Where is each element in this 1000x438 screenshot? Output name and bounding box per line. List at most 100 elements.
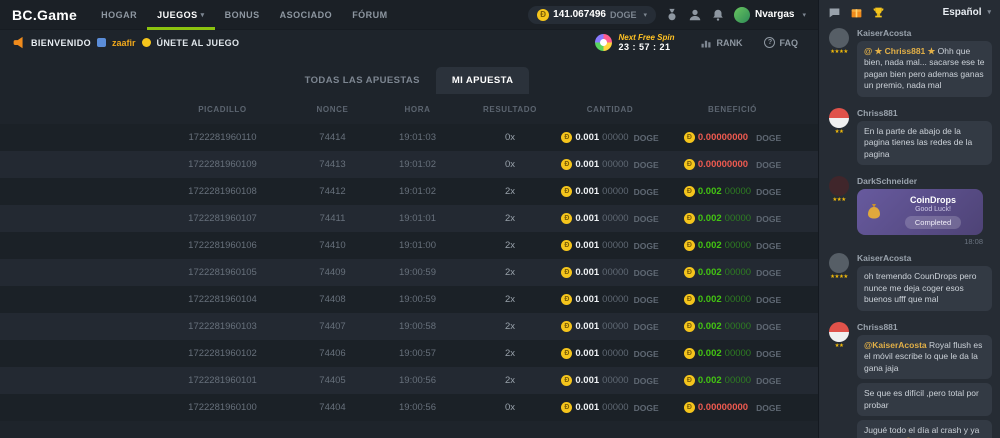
table-row[interactable]: 1722281960103 74407 19:00:58 2x 0.001000… — [0, 313, 818, 340]
trophy-icon[interactable] — [872, 6, 885, 19]
winner-username[interactable]: zaafir — [112, 38, 136, 48]
emoji-badge-icon — [142, 38, 151, 47]
chat-messages: ★★★★ KaiserAcosta @ ★ Chriss881 ★ Ohh qu… — [819, 24, 1000, 438]
coindrops-body: CoinDrops Good Luck! Completed — [890, 195, 976, 229]
table-row[interactable]: 1722281960108 74412 19:01:02 2x 0.001000… — [0, 178, 818, 205]
table-row[interactable]: 1722281960106 74410 19:01:00 2x 0.001000… — [0, 232, 818, 259]
bet-hash: 1722281960106 — [150, 240, 295, 251]
nav-bonus[interactable]: BONUS — [215, 0, 270, 30]
bet-profit: 0.00200000DOGE — [665, 240, 800, 251]
doge-coin-icon — [561, 159, 572, 170]
avatar[interactable] — [829, 176, 849, 196]
message-content: KaiserAcosta oh tremendo CounDrops pero … — [857, 253, 992, 314]
user-stars: ★★ — [835, 130, 844, 136]
coindrops-title: CoinDrops — [910, 195, 956, 205]
nav-juegos[interactable]: JUEGOS▾ — [147, 0, 215, 30]
bet-nonce: 74413 — [295, 159, 370, 170]
coindrops-card[interactable]: CoinDrops Good Luck! Completed — [857, 189, 983, 235]
chat-username[interactable]: KaiserAcosta — [857, 253, 992, 263]
bet-nonce: 74411 — [295, 213, 370, 224]
chat-bubble: @ ★ Chriss881 ★ Ohh que bien, nada mal..… — [857, 41, 992, 97]
doge-coin-icon — [561, 402, 572, 413]
avatar[interactable] — [829, 253, 849, 273]
nav-forum[interactable]: FÓRUM — [342, 0, 398, 30]
bet-result: 2x — [465, 375, 555, 386]
mention[interactable]: @ ★ Chriss881 ★ — [864, 46, 938, 56]
bet-amount: 0.00100000DOGE — [555, 375, 665, 386]
doge-coin-icon — [684, 321, 695, 332]
message-content: KaiserAcosta @ ★ Chriss881 ★ Ohh que bie… — [857, 28, 992, 101]
message-gutter: ★★★ — [827, 176, 851, 246]
col-hash: PICADILLO — [150, 105, 295, 114]
bet-hash: 1722281960103 — [150, 321, 295, 332]
doge-coin-icon — [561, 132, 572, 143]
user-menu[interactable]: Nvargas ▾ — [734, 7, 806, 23]
chat-username[interactable]: DarkSchneider — [857, 176, 992, 186]
medal-icon[interactable] — [665, 8, 679, 22]
bet-hash: 1722281960104 — [150, 294, 295, 305]
avatar[interactable] — [829, 322, 849, 342]
mention[interactable]: @KaiserAcosta — [864, 340, 929, 350]
avatar[interactable] — [829, 108, 849, 128]
col-amount: CANTIDAD — [555, 105, 665, 114]
col-time: HORA — [370, 105, 465, 114]
message-bubbles: @ ★ Chriss881 ★ Ohh que bien, nada mal..… — [857, 41, 992, 97]
balance-selector[interactable]: 141.067496 DOGE ▾ — [528, 6, 656, 24]
table-body: 1722281960110 74414 19:01:03 0x 0.001000… — [0, 124, 818, 438]
tab-my-bets[interactable]: MI APUESTA — [436, 67, 530, 94]
bell-icon[interactable] — [711, 8, 725, 22]
table-row[interactable]: 1722281960102 74406 19:00:57 2x 0.001000… — [0, 340, 818, 367]
message-bubbles: CoinDrops Good Luck! Completed 18:08 — [857, 189, 992, 246]
bet-nonce: 74407 — [295, 321, 370, 332]
table-row[interactable]: 1722281960107 74411 19:01:01 2x 0.001000… — [0, 205, 818, 232]
nav-asociado[interactable]: ASOCIADO — [270, 0, 343, 30]
chat-username[interactable]: KaiserAcosta — [857, 28, 992, 38]
doge-coin-icon — [561, 240, 572, 251]
table-row[interactable]: 1722281960109 74413 19:01:02 0x 0.001000… — [0, 151, 818, 178]
chat-username[interactable]: Chriss881 — [857, 108, 992, 118]
nav-hogar[interactable]: HOGAR — [91, 0, 147, 30]
bet-hash: 1722281960107 — [150, 213, 295, 224]
rank-bars-icon — [700, 37, 712, 49]
bet-nonce: 74410 — [295, 240, 370, 251]
bet-result: 2x — [465, 213, 555, 224]
sidebar-header: Español ▾ — [819, 0, 1000, 24]
table-row[interactable]: 1722281960100 74404 19:00:56 0x 0.001000… — [0, 394, 818, 421]
message-content: DarkSchneider CoinDrops Good Luck! Compl… — [857, 176, 992, 246]
join-game-link[interactable]: ÚNETE AL JUEGO — [157, 38, 240, 48]
logo[interactable]: BC.Game — [12, 7, 77, 23]
bet-nonce: 74412 — [295, 186, 370, 197]
profile-icon[interactable] — [688, 8, 702, 22]
bet-result: 2x — [465, 348, 555, 359]
bet-time: 19:01:02 — [370, 159, 465, 170]
nav-juegos-label: JUEGOS — [157, 10, 198, 20]
doge-coin-icon — [537, 9, 549, 21]
announcement-bar: BIENVENIDO zaafir ÚNETE AL JUEGO Next Fr… — [0, 30, 818, 55]
bet-time: 19:00:56 — [370, 402, 465, 413]
table-row[interactable]: 1722281960105 74409 19:00:59 2x 0.001000… — [0, 259, 818, 286]
faq-button[interactable]: ? FAQ — [756, 37, 806, 48]
chat-icon[interactable] — [828, 6, 841, 19]
spin-wheel-icon[interactable] — [595, 34, 612, 51]
language-selector[interactable]: Español ▾ — [943, 7, 991, 18]
chat-message: ★★★ DarkSchneider CoinDrops Good Luck! C… — [827, 176, 992, 246]
chat-bubble: @KaiserAcosta Royal flush es el móvil es… — [857, 335, 992, 379]
table-row[interactable]: 1722281960104 74408 19:00:59 2x 0.001000… — [0, 286, 818, 313]
doge-coin-icon — [684, 213, 695, 224]
chat-username[interactable]: Chriss881 — [857, 322, 992, 332]
free-spin-widget[interactable]: Next Free Spin 23 : 57 : 21 — [618, 33, 674, 53]
gift-icon[interactable] — [850, 6, 863, 19]
language-label: Español — [943, 7, 982, 18]
coindrops-completed-button[interactable]: Completed — [905, 216, 961, 229]
message-bubbles: @KaiserAcosta Royal flush es el móvil es… — [857, 335, 992, 438]
faq-label: FAQ — [779, 38, 798, 48]
avatar[interactable] — [829, 28, 849, 48]
bet-result: 0x — [465, 402, 555, 413]
tab-all-bets[interactable]: TODAS LAS APUESTAS — [289, 67, 436, 94]
bet-amount: 0.00100000DOGE — [555, 186, 665, 197]
table-row[interactable]: 1722281960110 74414 19:01:03 0x 0.001000… — [0, 124, 818, 151]
rank-button[interactable]: RANK — [692, 37, 750, 49]
table-row[interactable]: 1722281960101 74405 19:00:56 2x 0.001000… — [0, 367, 818, 394]
doge-coin-icon — [561, 267, 572, 278]
doge-coin-icon — [561, 321, 572, 332]
